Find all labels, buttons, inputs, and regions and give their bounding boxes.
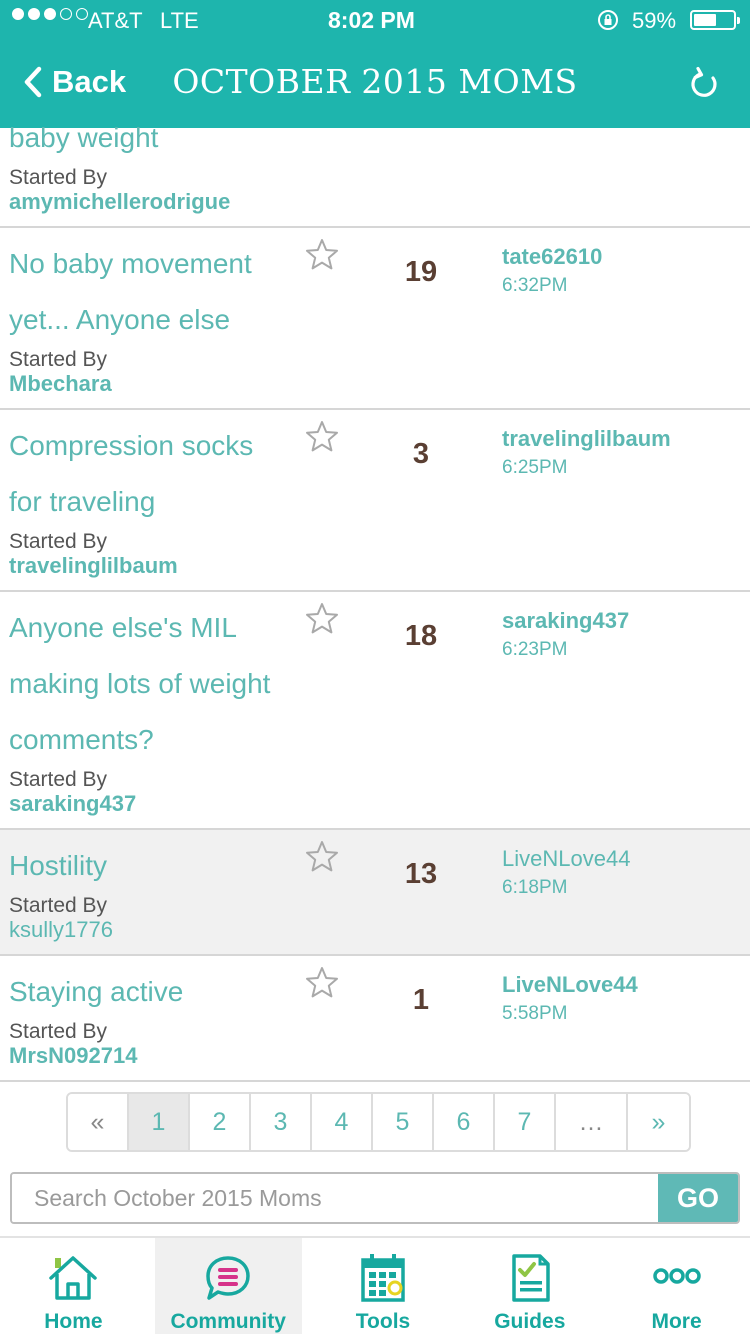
page-button-2[interactable]: 2: [190, 1094, 251, 1150]
thread-title[interactable]: Hostility: [9, 838, 294, 894]
thread-title[interactable]: Compression socks for traveling: [9, 418, 294, 530]
reply-count: 13: [404, 858, 438, 890]
last-post-user[interactable]: saraking437: [502, 608, 629, 634]
thread-starter[interactable]: travelinglilbaum: [9, 553, 178, 579]
last-post-time: 6:18PM: [502, 877, 568, 898]
back-label: Back: [52, 64, 127, 99]
started-by-label: Started By: [9, 348, 108, 371]
back-button[interactable]: Back: [22, 64, 126, 100]
reply-count: 3: [412, 438, 430, 470]
reply-count: 18: [404, 620, 438, 652]
started-by-label: Started By: [9, 768, 108, 791]
last-post-time: 6:32PM: [502, 275, 568, 296]
battery-icon: [690, 10, 740, 30]
tab-tools[interactable]: Tools: [310, 1238, 457, 1334]
carrier-name: AT&T: [88, 8, 143, 33]
prev-page-button[interactable]: «: [68, 1094, 129, 1150]
started-by-label: Started By: [9, 1020, 108, 1043]
rotation-lock-icon: [598, 10, 618, 30]
thread-row[interactable]: Compression socks for traveling Started B…: [0, 410, 750, 592]
last-post-user[interactable]: LiveNLove44: [502, 846, 630, 872]
calendar-icon: [361, 1254, 405, 1302]
last-post-time: 5:58PM: [502, 1003, 568, 1024]
chevron-left-icon: [24, 66, 42, 98]
top-bar: AT&T LTE 8:02 PM 59% Back OCTOBER 2015 M…: [0, 0, 750, 128]
started-by-label: Started By: [9, 530, 108, 553]
tab-home[interactable]: Home: [0, 1238, 147, 1334]
thread-starter[interactable]: ksully1776: [9, 917, 113, 943]
tab-more-label: More: [651, 1310, 702, 1333]
star-icon[interactable]: [305, 238, 339, 270]
thread-list: baby weight Started By amymichellerodrig…: [0, 122, 750, 1082]
tab-community-label: Community: [170, 1310, 286, 1333]
page-button-6[interactable]: 6: [434, 1094, 495, 1150]
thread-title[interactable]: baby weight: [9, 110, 294, 166]
thread-title[interactable]: Staying active: [9, 964, 294, 1020]
guide-document-icon: [512, 1254, 550, 1302]
search-input[interactable]: [12, 1174, 658, 1222]
thread-row[interactable]: Hostility Started By ksully1776 13 LiveN…: [0, 830, 750, 956]
tab-community[interactable]: Community: [154, 1238, 302, 1334]
community-chat-icon: [206, 1256, 250, 1300]
signal-strength-icon: [12, 8, 88, 20]
home-icon: [49, 1256, 98, 1300]
page-title: OCTOBER 2015 MOMS: [172, 62, 578, 101]
thread-row[interactable]: baby weight Started By amymichellerodrig…: [0, 122, 750, 228]
tab-more[interactable]: More: [603, 1238, 750, 1334]
page-button-4[interactable]: 4: [312, 1094, 373, 1150]
next-page-button[interactable]: »: [628, 1094, 689, 1150]
thread-starter[interactable]: amymichellerodrigue: [9, 189, 230, 215]
more-dots-icon: [652, 1268, 701, 1284]
started-by-label: Started By: [9, 166, 108, 189]
network-type: LTE: [160, 8, 199, 33]
tab-home-label: Home: [44, 1310, 103, 1333]
thread-row[interactable]: No baby movement yet... Anyone else Start…: [0, 228, 750, 410]
star-icon[interactable]: [305, 602, 339, 634]
tab-guides[interactable]: Guides: [456, 1238, 603, 1334]
last-post-user[interactable]: LiveNLove44: [502, 972, 638, 998]
page-button-1[interactable]: 1: [129, 1094, 190, 1150]
thread-starter[interactable]: Mbechara: [9, 371, 112, 397]
search-bar: GO: [10, 1172, 740, 1224]
tab-bar: Home Community Tools Guides More: [0, 1236, 750, 1334]
refresh-icon[interactable]: [686, 66, 722, 102]
started-by-label: Started By: [9, 894, 108, 917]
tab-guides-label: Guides: [494, 1310, 566, 1333]
last-post-time: 6:25PM: [502, 457, 568, 478]
star-icon[interactable]: [305, 420, 339, 452]
battery-percent: 59%: [632, 8, 677, 33]
thread-title[interactable]: No baby movement yet... Anyone else: [9, 236, 294, 348]
reply-count: 19: [404, 256, 438, 288]
page-button-5[interactable]: 5: [373, 1094, 434, 1150]
last-post-user[interactable]: travelinglilbaum: [502, 426, 671, 452]
star-icon[interactable]: [305, 966, 339, 998]
thread-title[interactable]: Anyone else's MIL making lots of weight co…: [9, 600, 294, 768]
last-post-user[interactable]: tate62610: [502, 244, 602, 270]
last-post-time: 6:23PM: [502, 639, 568, 660]
status-time: 8:02 PM: [328, 7, 415, 33]
thread-starter[interactable]: MrsN092714: [9, 1043, 137, 1069]
page-button-7[interactable]: 7: [495, 1094, 556, 1150]
reply-count: 1: [412, 984, 430, 1016]
thread-row[interactable]: Anyone else's MIL making lots of weight co…: [0, 592, 750, 830]
pagination-ellipsis[interactable]: …: [556, 1094, 628, 1150]
thread-starter[interactable]: saraking437: [9, 791, 136, 817]
pagination: « 1 2 3 4 5 6 7 … »: [66, 1092, 691, 1152]
status-bar: AT&T LTE 8:02 PM 59%: [0, 0, 750, 40]
star-icon[interactable]: [305, 840, 339, 872]
thread-row[interactable]: Staying active Started By MrsN092714 1 L…: [0, 956, 750, 1082]
page-button-3[interactable]: 3: [251, 1094, 312, 1150]
go-button[interactable]: GO: [658, 1174, 738, 1222]
tab-tools-label: Tools: [355, 1310, 411, 1333]
